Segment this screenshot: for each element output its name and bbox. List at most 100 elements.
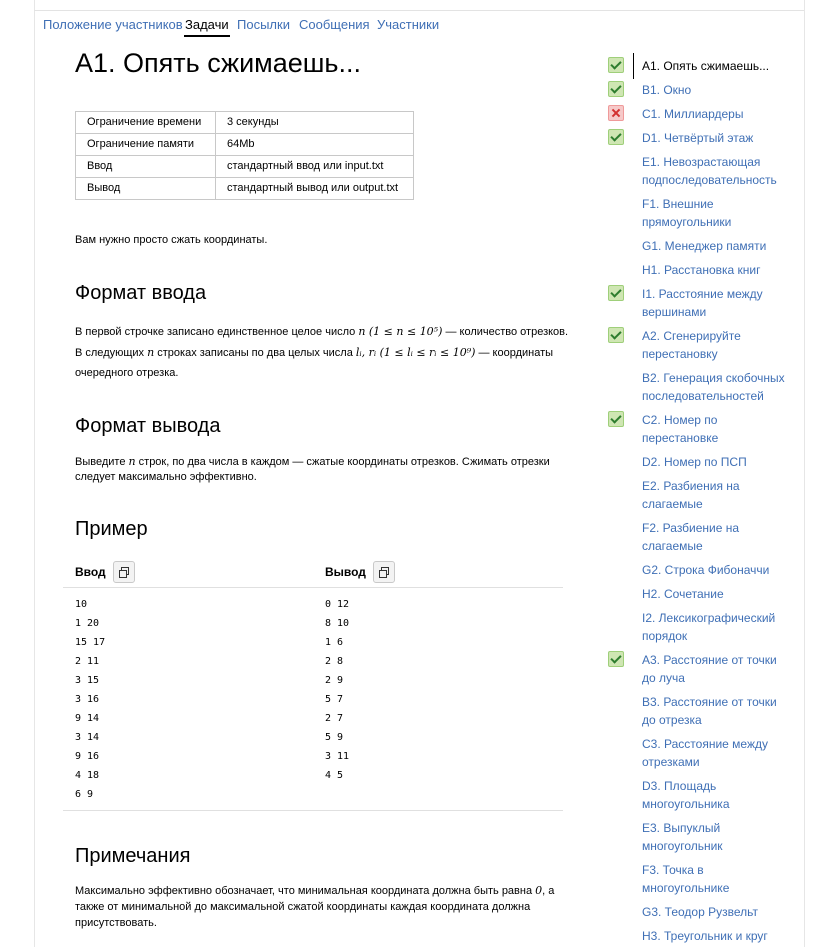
limit-value: 64Mb	[215, 133, 414, 156]
sample-output-label: Вывод	[325, 565, 366, 579]
text-span: — координаты	[475, 347, 554, 359]
limit-value: стандартный вывод или output.txt	[215, 177, 414, 200]
input-format-heading: Формат ввода	[75, 282, 207, 304]
problem-list-label[interactable]: D2. Номер по ПСП	[642, 453, 792, 471]
check-icon	[608, 129, 624, 145]
problem-list-label[interactable]: A3. Расстояние от точки до луча	[642, 651, 792, 687]
copy-input-button[interactable]	[113, 561, 135, 583]
check-icon	[608, 81, 624, 97]
limit-key: Вывод	[75, 177, 216, 200]
input-format-line-3: очередного отрезка.	[75, 367, 179, 379]
problem-list-label[interactable]: А1. Опять сжимаешь...	[642, 57, 792, 75]
problem-list-label[interactable]: E3. Выпуклый многоугольник	[642, 819, 792, 855]
problem-list-label[interactable]: H2. Сочетание	[642, 585, 792, 603]
problem-list-label[interactable]: C2. Номер по перестановке	[642, 411, 792, 447]
limit-key: Ввод	[75, 155, 216, 178]
tab-participants[interactable]: Участники	[377, 16, 439, 34]
tab-submissions[interactable]: Посылки	[237, 16, 290, 34]
copy-icon	[379, 567, 389, 578]
sample-input-line: 3 15	[75, 675, 100, 686]
sample-input-line: 4 18	[75, 770, 100, 781]
example-heading: Пример	[75, 518, 148, 540]
sample-input-line: 15 17	[75, 637, 106, 648]
problem-list-label[interactable]: I1. Расстояние между вершинами	[642, 285, 792, 321]
statement-text: Вам нужно просто сжать координаты.	[75, 234, 268, 246]
check-icon	[608, 327, 624, 343]
problem-list-label[interactable]: C3. Расстояние между отрезками	[642, 735, 792, 771]
text-span: В следующих	[75, 347, 148, 359]
sample-input-line: 9 14	[75, 713, 100, 724]
text-span: В первой строчке записано единственное ц…	[75, 326, 359, 338]
notes-heading: Примечания	[75, 845, 191, 867]
sample-output-line: 5 9	[325, 732, 344, 743]
limit-value: стандартный ввод или input.txt	[215, 155, 414, 178]
input-format-line-1: В первой строчке записано единственное ц…	[75, 321, 575, 343]
text-span: , а	[542, 885, 555, 897]
check-icon	[608, 411, 624, 427]
table-row: Ввод стандартный ввод или input.txt	[75, 155, 414, 178]
problem-list-label[interactable]: E2. Разбиения на слагаемые	[642, 477, 792, 513]
problem-list-label[interactable]: C1. Миллиардеры	[642, 105, 792, 123]
input-format-line-2: В следующих n строках записаны по два це…	[75, 342, 575, 364]
sample-output-line: 4 5	[325, 770, 344, 781]
table-row: Вывод стандартный вывод или output.txt	[75, 177, 414, 200]
copy-icon	[119, 567, 129, 578]
check-icon	[608, 285, 624, 301]
sample-output-line: 3 11	[325, 751, 350, 762]
sample-output-line: 5 7	[325, 694, 344, 705]
tab-standings[interactable]: Положение участников	[43, 16, 183, 34]
problem-list-label[interactable]: F3. Точка в многоугольнике	[642, 861, 792, 897]
sample-output-line: 2 8	[325, 656, 344, 667]
sample-header: Ввод Вывод	[63, 561, 563, 588]
problem-list-label[interactable]: D3. Площадь многоугольника	[642, 777, 792, 813]
limit-key: Ограничение времени	[75, 111, 216, 134]
sample-input-label: Ввод	[75, 565, 106, 579]
sample-input-line: 3 14	[75, 732, 100, 743]
tab-problems[interactable]: Задачи	[184, 16, 230, 37]
problem-list-label[interactable]: F1. Внешние прямоугольники	[642, 195, 792, 231]
sample-input-line: 10	[75, 599, 88, 610]
sample-input-line: 2 11	[75, 656, 100, 667]
problem-list-label[interactable]: A2. Сгенерируйте перестановку	[642, 327, 792, 363]
math-expression: n (1 ≤ n ≤ 10⁵)	[358, 325, 443, 338]
sample-output-line: 8 10	[325, 618, 350, 629]
sample-input-line: 9 16	[75, 751, 100, 762]
problem-list-label[interactable]: I2. Лексикографический порядок	[642, 609, 792, 645]
table-row: Ограничение времени 3 секунды	[75, 111, 414, 134]
text-span: — количество отрезков.	[442, 326, 569, 338]
limits-table: Ограничение времени 3 секунды Ограничение…	[75, 111, 414, 200]
top-divider	[34, 10, 804, 11]
problem-list-label[interactable]: G3. Теодор Рузвельт	[642, 903, 792, 921]
sample-output-line: 2 9	[325, 675, 344, 686]
problem-list-label[interactable]: F2. Разбиение на слагаемые	[642, 519, 792, 555]
sample-input-line: 6 9	[75, 789, 94, 800]
problem-list-label[interactable]: D1. Четвёртый этаж	[642, 129, 792, 147]
problem-list-label[interactable]: H1. Расстановка книг	[642, 261, 792, 279]
sample-input-line: 1 20	[75, 618, 100, 629]
check-icon	[608, 57, 624, 73]
sample-body: 10 1 20 15 17 2 11 3 15 3 16 9 14 3 14 9…	[63, 595, 563, 811]
cross-icon	[608, 105, 624, 121]
sample-output-line: 1 6	[325, 637, 344, 648]
problem-list-label[interactable]: B3. Расстояние от точки до отрезка	[642, 693, 792, 729]
problem-list-label[interactable]: B1. Окно	[642, 81, 792, 99]
problem-list-label[interactable]: H3. Треугольник и круг	[642, 927, 792, 945]
problem-list-label[interactable]: E1. Невозрастающая подпоследовательность	[642, 153, 792, 189]
problem-list-label[interactable]: B2. Генерация скобочных последовательнос…	[642, 369, 792, 405]
tab-messages[interactable]: Сообщения	[299, 16, 370, 34]
problem-list-label[interactable]: G1. Менеджер памяти	[642, 237, 792, 255]
sample-input-line: 3 16	[75, 694, 100, 705]
sample-output-line: 2 7	[325, 713, 344, 724]
table-row: Ограничение памяти 64Mb	[75, 133, 414, 156]
limit-key: Ограничение памяти	[75, 133, 216, 156]
text-span: строках записаны по два целых числа	[154, 347, 356, 359]
problem-list-label[interactable]: G2. Строка Фибоначчи	[642, 561, 792, 579]
copy-output-button[interactable]	[373, 561, 395, 583]
sample-output-line: 0 12	[325, 599, 350, 610]
sample-output: 0 12 8 10 1 6 2 8 2 9 5 7 2 7 5 9 3 11 4…	[325, 595, 349, 785]
sample-input: 10 1 20 15 17 2 11 3 15 3 16 9 14 3 14 9…	[75, 595, 105, 804]
notes-line-3: присутствовать.	[75, 917, 157, 929]
check-icon	[608, 651, 624, 667]
problem-title: А1. Опять сжимаешь...	[75, 48, 361, 78]
math-expression: lᵢ, rᵢ (1 ≤ lᵢ ≤ rᵢ ≤ 10⁹)	[355, 346, 476, 359]
